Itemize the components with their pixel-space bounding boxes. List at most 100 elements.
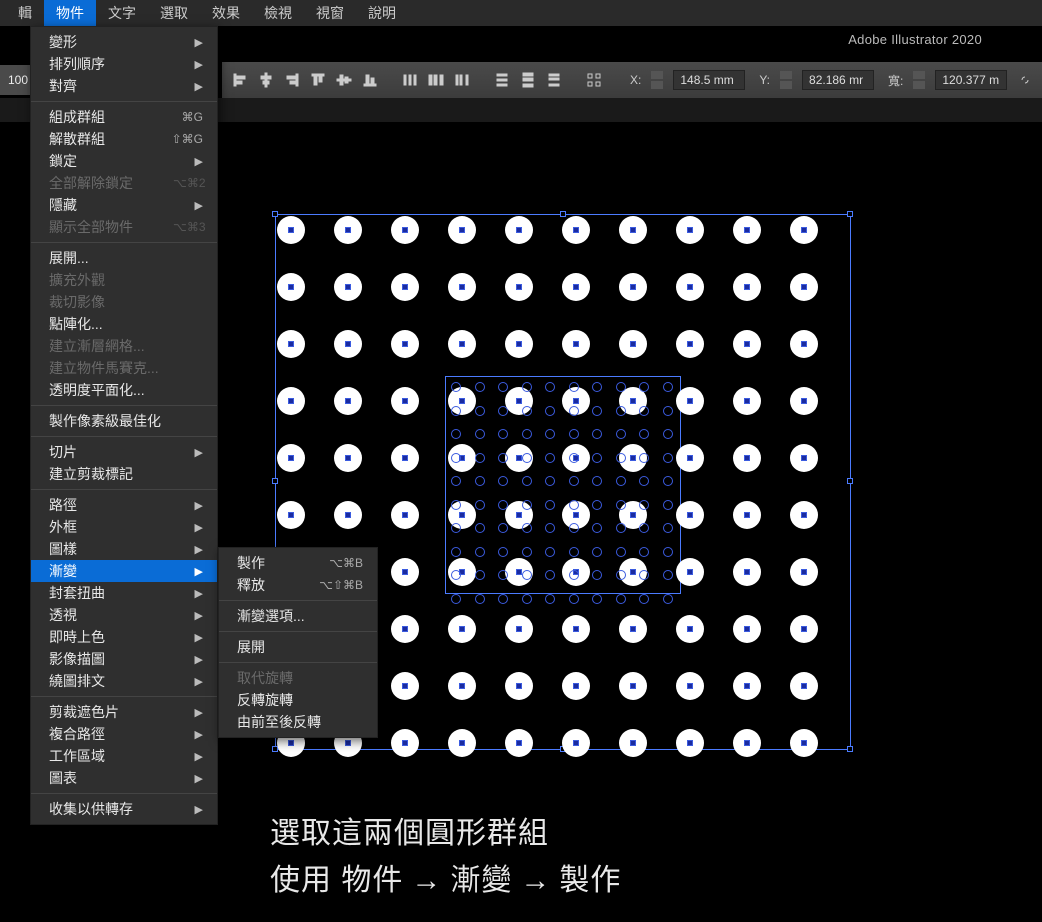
- circle-large[interactable]: [562, 615, 590, 643]
- circle-large[interactable]: [733, 558, 761, 586]
- circle-small[interactable]: [569, 547, 579, 557]
- circle-large[interactable]: [676, 387, 704, 415]
- circle-small[interactable]: [545, 547, 555, 557]
- circle-small[interactable]: [592, 594, 602, 604]
- menu-item[interactable]: 由前至後反轉: [219, 711, 377, 733]
- circle-large[interactable]: [277, 387, 305, 415]
- align-vcenter-icon[interactable]: [336, 71, 352, 89]
- circle-small[interactable]: [475, 406, 485, 416]
- circle-small[interactable]: [522, 382, 532, 392]
- circle-small[interactable]: [569, 570, 579, 580]
- handle[interactable]: [272, 211, 278, 217]
- align-bottom-icon[interactable]: [362, 71, 378, 89]
- circle-small[interactable]: [451, 406, 461, 416]
- circle-small[interactable]: [475, 523, 485, 533]
- circle-small[interactable]: [592, 382, 602, 392]
- circle-large[interactable]: [391, 330, 419, 358]
- circle-small[interactable]: [498, 429, 508, 439]
- circle-large[interactable]: [676, 273, 704, 301]
- align-top-icon[interactable]: [310, 71, 326, 89]
- y-field[interactable]: 82.186 mr: [802, 70, 874, 90]
- circle-small[interactable]: [545, 429, 555, 439]
- handle[interactable]: [560, 211, 566, 217]
- circle-small[interactable]: [639, 406, 649, 416]
- circle-large[interactable]: [676, 216, 704, 244]
- align-to-icon[interactable]: [586, 71, 602, 89]
- circle-small[interactable]: [475, 547, 485, 557]
- circle-small[interactable]: [498, 523, 508, 533]
- circle-small[interactable]: [498, 594, 508, 604]
- menu-item[interactable]: 建立剪裁標記: [31, 463, 217, 485]
- menu-item[interactable]: 點陣化...: [31, 313, 217, 335]
- circle-large[interactable]: [505, 615, 533, 643]
- menu-item[interactable]: 對齊▶: [31, 75, 217, 97]
- align-hcenter-icon[interactable]: [258, 71, 274, 89]
- circle-small[interactable]: [475, 453, 485, 463]
- circle-small[interactable]: [475, 476, 485, 486]
- circle-large[interactable]: [391, 444, 419, 472]
- circle-large[interactable]: [733, 330, 761, 358]
- circle-large[interactable]: [562, 330, 590, 358]
- circle-large[interactable]: [562, 729, 590, 757]
- menu-help[interactable]: 說明: [356, 0, 408, 27]
- circle-small[interactable]: [522, 547, 532, 557]
- dist-v2-icon[interactable]: [520, 71, 536, 89]
- circle-small[interactable]: [569, 429, 579, 439]
- menu-item[interactable]: 工作區域▶: [31, 745, 217, 767]
- circle-small[interactable]: [451, 500, 461, 510]
- menu-edit[interactable]: 輯: [6, 0, 44, 27]
- circle-small[interactable]: [639, 523, 649, 533]
- circle-small[interactable]: [569, 594, 579, 604]
- circle-small[interactable]: [451, 429, 461, 439]
- menu-window[interactable]: 視窗: [304, 0, 356, 27]
- menu-object[interactable]: 物件: [44, 0, 96, 27]
- circle-large[interactable]: [505, 672, 533, 700]
- circle-small[interactable]: [545, 453, 555, 463]
- circle-small[interactable]: [569, 382, 579, 392]
- circle-large[interactable]: [334, 444, 362, 472]
- circle-large[interactable]: [391, 216, 419, 244]
- menu-item[interactable]: 組成群組⌘G: [31, 106, 217, 128]
- circle-large[interactable]: [619, 729, 647, 757]
- circle-small[interactable]: [451, 382, 461, 392]
- circle-large[interactable]: [334, 387, 362, 415]
- circle-small[interactable]: [592, 570, 602, 580]
- circle-small[interactable]: [592, 547, 602, 557]
- dist-h2-icon[interactable]: [428, 71, 444, 89]
- circle-small[interactable]: [663, 429, 673, 439]
- x-field[interactable]: 148.5 mm: [673, 70, 745, 90]
- circle-small[interactable]: [663, 453, 673, 463]
- circle-small[interactable]: [639, 500, 649, 510]
- circle-small[interactable]: [475, 500, 485, 510]
- circle-small[interactable]: [475, 382, 485, 392]
- circle-large[interactable]: [562, 672, 590, 700]
- menu-item[interactable]: 複合路徑▶: [31, 723, 217, 745]
- circle-small[interactable]: [569, 523, 579, 533]
- circle-small[interactable]: [616, 570, 626, 580]
- menu-item[interactable]: 切片▶: [31, 441, 217, 463]
- circle-small[interactable]: [663, 547, 673, 557]
- menu-item[interactable]: 外框▶: [31, 516, 217, 538]
- circle-large[interactable]: [334, 501, 362, 529]
- circle-large[interactable]: [790, 444, 818, 472]
- w-stepper[interactable]: [913, 70, 925, 90]
- circle-small[interactable]: [592, 476, 602, 486]
- menu-effect[interactable]: 效果: [200, 0, 252, 27]
- circle-large[interactable]: [562, 216, 590, 244]
- circle-large[interactable]: [733, 729, 761, 757]
- circle-large[interactable]: [790, 729, 818, 757]
- circle-small[interactable]: [592, 523, 602, 533]
- circle-large[interactable]: [619, 615, 647, 643]
- menu-item[interactable]: 排列順序▶: [31, 53, 217, 75]
- circle-large[interactable]: [505, 216, 533, 244]
- circle-large[interactable]: [676, 330, 704, 358]
- circle-large[interactable]: [448, 672, 476, 700]
- circle-small[interactable]: [639, 594, 649, 604]
- circle-small[interactable]: [639, 382, 649, 392]
- circle-large[interactable]: [619, 216, 647, 244]
- circle-small[interactable]: [569, 453, 579, 463]
- circle-small[interactable]: [522, 453, 532, 463]
- circle-large[interactable]: [790, 387, 818, 415]
- circle-small[interactable]: [616, 547, 626, 557]
- circle-small[interactable]: [498, 382, 508, 392]
